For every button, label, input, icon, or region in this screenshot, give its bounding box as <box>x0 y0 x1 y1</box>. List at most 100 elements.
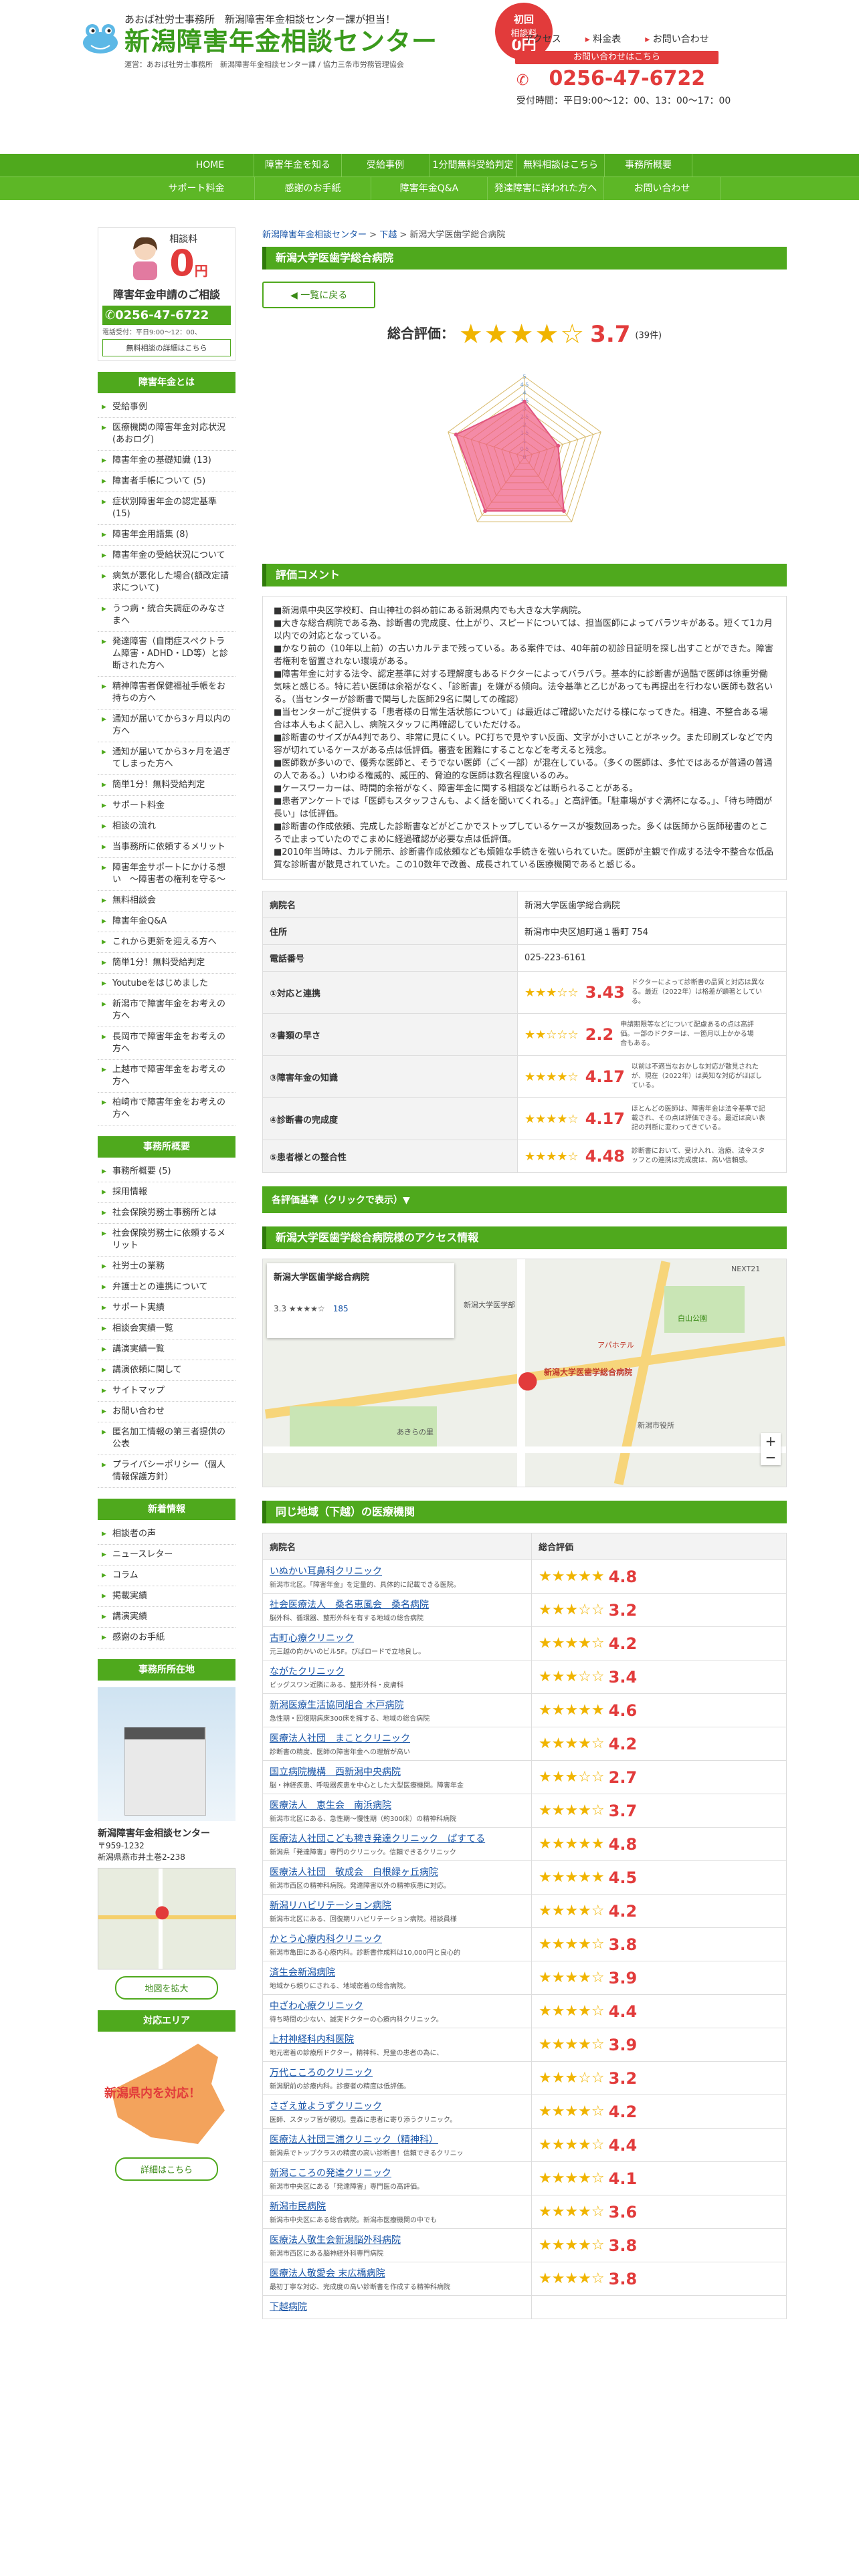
sidebar-link[interactable]: 当事務所に依頼するメリット <box>98 837 235 858</box>
sidebar-link[interactable]: 無料相談会 <box>98 891 235 911</box>
facility-link[interactable]: 済生会新潟病院 <box>270 1965 524 1979</box>
facility-link[interactable]: 万代こころのクリニック <box>270 2066 524 2079</box>
contact-link[interactable]: お問い合わせ <box>645 32 709 45</box>
nav-office[interactable]: 事務所概要 <box>605 154 692 177</box>
site-logo-title[interactable]: 新潟障害年金相談センター <box>124 27 438 56</box>
facility-link[interactable]: 医療法人社団こども稗き発達クリニック ぱすてる <box>270 1832 524 1845</box>
sidebar-link[interactable]: 医療機関の障害年金対応状況(あおログ) <box>98 418 235 451</box>
office-map[interactable]: ● <box>98 1868 236 1969</box>
sidebar-news-link[interactable]: 掲載実績 <box>98 1586 235 1607</box>
map-reviews-link[interactable]: 185 <box>333 1304 349 1313</box>
nav-qa[interactable]: 障害年金Q&A <box>371 177 488 200</box>
card-phone[interactable]: ✆0256-47-6722 <box>102 306 231 325</box>
facility-link[interactable]: 医療法人社団三浦クリニック（精神科） <box>270 2133 524 2146</box>
facility-link[interactable]: 新潟リハビリテーション病院 <box>270 1899 524 1912</box>
sidebar-link[interactable]: 相談の流れ <box>98 817 235 837</box>
facility-link[interactable]: ながたクリニック <box>270 1665 524 1678</box>
zoom-in-button[interactable]: + <box>761 1433 781 1449</box>
sidebar-link[interactable]: サポート実績 <box>98 1298 235 1319</box>
sidebar-link[interactable]: 障害年金用語集 (8) <box>98 525 235 546</box>
sidebar-news-link[interactable]: ニュースレター <box>98 1545 235 1566</box>
nav-quick-check[interactable]: 1分間無料受給判定 <box>430 154 517 177</box>
breadcrumb-home[interactable]: 新潟障害年金相談センター <box>262 230 367 240</box>
sidebar-link[interactable]: 弁護士との連携について <box>98 1277 235 1298</box>
facility-link[interactable]: 中ざわ心療クリニック <box>270 1999 524 2012</box>
sidebar-link[interactable]: 障害年金の受給状況について <box>98 546 235 566</box>
sidebar-link[interactable]: 上越市で障害年金をお考えの方へ <box>98 1060 235 1093</box>
sidebar-link[interactable]: サイトマップ <box>98 1381 235 1402</box>
sidebar-news-link[interactable]: 講演実績 <box>98 1607 235 1628</box>
facility-link[interactable]: 医療法人敬愛会 末広橋病院 <box>270 2266 524 2280</box>
nav-thanks-letters[interactable]: 感謝のお手紙 <box>255 177 371 200</box>
sidebar-link[interactable]: 相談会実績一覧 <box>98 1319 235 1339</box>
sidebar-link[interactable]: 障害年金Q&A <box>98 911 235 932</box>
sidebar-link[interactable]: 柏崎市で障害年金をお考えの方へ <box>98 1093 235 1125</box>
sidebar-link[interactable]: サポート料金 <box>98 796 235 817</box>
criteria-toggle[interactable]: 各評価基準（クリックで表示）▼ <box>262 1186 787 1213</box>
nav-free-consult[interactable]: 無料相談はこちら <box>517 154 605 177</box>
nav-support-fee[interactable]: サポート料金 <box>138 177 255 200</box>
sidebar-link[interactable]: 社会保険労務士に依頼するメリット <box>98 1224 235 1257</box>
sidebar-link[interactable]: Youtubeをはじめました <box>98 974 235 994</box>
access-map[interactable]: 新潟大学医歯学総合病院 3.3 ★★★★☆ 185 ● 新潟大学医歯学総合病院 … <box>262 1259 787 1487</box>
sidebar-link[interactable]: 新潟市で障害年金をお考えの方へ <box>98 994 235 1027</box>
facility-link[interactable]: さざえ並ようずクリニック <box>270 2099 524 2113</box>
area-detail-button[interactable]: 詳細はこちら <box>115 2157 218 2181</box>
facility-link[interactable]: 国立病院機構 西新潟中央病院 <box>270 1765 524 1778</box>
nav-about-pension[interactable]: 障害年金を知る <box>254 154 342 177</box>
sidebar-link[interactable]: 簡単1分！無料受給判定 <box>98 953 235 974</box>
sidebar-link[interactable]: 障害年金の基礎知識 (13) <box>98 451 235 471</box>
sidebar-link[interactable]: 受給事例 <box>98 397 235 418</box>
sidebar-link[interactable]: プライバシーポリシー（個人情報保護方針） <box>98 1455 235 1488</box>
facility-link[interactable]: いぬかい耳鼻科クリニック <box>270 1564 524 1578</box>
facility-link[interactable]: 医療法人敬生会新潟脳外科病院 <box>270 2233 524 2246</box>
sidebar-link[interactable]: 社会保険労務士事務所とは <box>98 1203 235 1224</box>
sidebar-link[interactable]: 採用情報 <box>98 1182 235 1203</box>
sidebar-link[interactable]: 症状別障害年金の認定基準 (15) <box>98 492 235 525</box>
facility-link[interactable]: 医療法人社団 まことクリニック <box>270 1731 524 1745</box>
breadcrumb-area[interactable]: 下越 <box>379 230 397 240</box>
facility-link[interactable]: かとう心療内科クリニック <box>270 1932 524 1945</box>
card-detail-button[interactable]: 無料相談の詳細はこちら <box>102 339 231 356</box>
facility-link[interactable]: 下越病院 <box>270 2300 524 2313</box>
nav-contact[interactable]: お問い合わせ <box>604 177 721 200</box>
facility-link[interactable]: 社会医療法人 桑名恵風会 桑名病院 <box>270 1598 524 1611</box>
phone-number[interactable]: ✆ 0256-47-6722 <box>516 67 705 90</box>
facility-link[interactable]: 上村神経科内科医院 <box>270 2032 524 2046</box>
sidebar-news-link[interactable]: 感謝のお手紙 <box>98 1628 235 1648</box>
sidebar-link[interactable]: お問い合わせ <box>98 1402 235 1422</box>
sidebar-link[interactable]: 精神障害者保健福祉手帳をお持ちの方へ <box>98 677 235 710</box>
sidebar-link[interactable]: 事務所概要 (5) <box>98 1162 235 1182</box>
nav-home[interactable]: HOME <box>167 154 254 177</box>
sidebar-link[interactable]: 匿名加工情報の第三者提供の公表 <box>98 1422 235 1455</box>
sidebar-link[interactable]: 発達障害（自閉症スペクトラム障害・ADHD・LD等）と診断された方へ <box>98 632 235 677</box>
sidebar-link[interactable]: これから更新を迎える方へ <box>98 932 235 953</box>
price-link[interactable]: 料金表 <box>585 32 621 45</box>
facility-link[interactable]: 医療法人 恵生会 南浜病院 <box>270 1798 524 1812</box>
back-to-list-button[interactable]: ◀ 一覧に戻る <box>262 282 376 308</box>
sidebar-link[interactable]: 社労士の業務 <box>98 1257 235 1277</box>
facility-link[interactable]: 新潟こころの発達クリニック <box>270 2166 524 2179</box>
sidebar-link[interactable]: 障害者手帳について (5) <box>98 471 235 492</box>
facility-link[interactable]: 新潟医療生活協同組合 木戸病院 <box>270 1698 524 1711</box>
consult-card[interactable]: 相談料 0円 障害年金申請のご相談 ✆0256-47-6722 電話受付：平日9… <box>98 227 235 361</box>
facility-link[interactable]: 医療法人社団 敬成会 白根緑ヶ丘病院 <box>270 1865 524 1879</box>
sidebar-link[interactable]: 通知が届いてから3ヶ月を過ぎてしまった方へ <box>98 742 235 775</box>
sidebar-link[interactable]: 長岡市で障害年金をお考えの方へ <box>98 1027 235 1060</box>
sidebar-link[interactable]: うつ病・統合失調症のみなさまへ <box>98 599 235 632</box>
nav-cases[interactable]: 受給事例 <box>342 154 430 177</box>
sidebar-link[interactable]: 通知が届いてから3ヶ月以内の方へ <box>98 710 235 742</box>
facility-link[interactable]: 新潟市民病院 <box>270 2199 524 2213</box>
sidebar-link[interactable]: 病気が悪化した場合(額改定請求について) <box>98 566 235 599</box>
nav-developmental[interactable]: 発達障害に詳われた方へ <box>488 177 604 200</box>
sidebar-link[interactable]: 簡単1分！無料受給判定 <box>98 775 235 796</box>
sidebar-link[interactable]: 講演実績一覧 <box>98 1339 235 1360</box>
access-link[interactable]: アクセス <box>516 32 561 45</box>
sidebar-link[interactable]: 講演依頼に関して <box>98 1360 235 1381</box>
facility-link[interactable]: 古町心療クリニック <box>270 1631 524 1644</box>
zoom-out-button[interactable]: − <box>761 1449 781 1465</box>
enlarge-map-button[interactable]: 地図を拡大 <box>115 1976 218 2000</box>
sidebar-link[interactable]: 障害年金サポートにかける想い 〜障害者の権利を守る〜 <box>98 858 235 891</box>
contact-cta-button[interactable]: お問い合わせはこちら <box>515 51 719 64</box>
sidebar-news-link[interactable]: コラム <box>98 1566 235 1586</box>
